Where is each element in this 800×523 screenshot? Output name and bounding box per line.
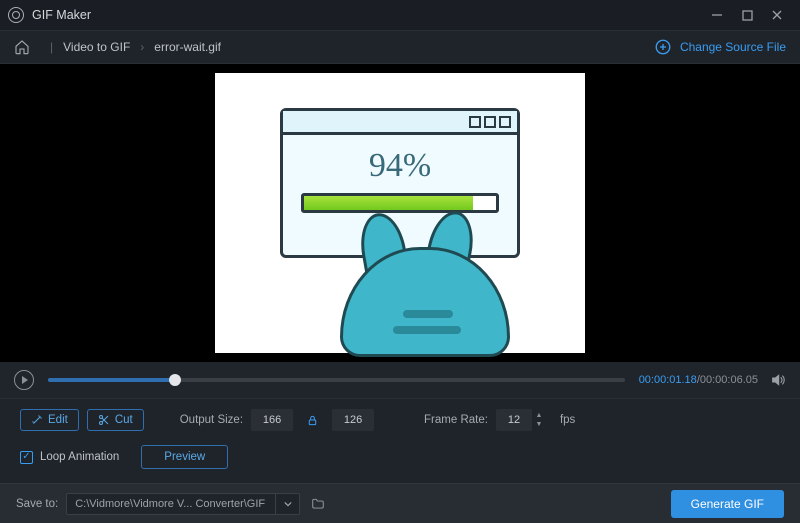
- output-size-label: Output Size:: [180, 414, 243, 426]
- save-path-input[interactable]: [66, 493, 276, 515]
- frame-rate-input[interactable]: [496, 409, 532, 431]
- change-source-label: Change Source File: [680, 40, 786, 54]
- fps-unit-label: fps: [560, 414, 575, 426]
- close-icon: [771, 9, 783, 21]
- maximize-button[interactable]: [732, 0, 762, 30]
- total-time: 00:00:06.05: [700, 374, 758, 386]
- minimize-button[interactable]: [702, 0, 732, 30]
- playback-bar: 00:00:01.18/00:00:06.05: [0, 362, 800, 398]
- loop-animation-label: Loop Animation: [40, 451, 119, 463]
- preview-button[interactable]: Preview: [141, 445, 228, 469]
- open-folder-button[interactable]: [310, 497, 326, 511]
- play-button[interactable]: [14, 370, 34, 390]
- breadcrumb-file: error-wait.gif: [154, 40, 221, 54]
- title-bar: GIF Maker: [0, 0, 800, 30]
- bottom-bar: Save to: Generate GIF: [0, 483, 800, 523]
- aspect-lock-button[interactable]: [307, 415, 318, 426]
- change-source-button[interactable]: Change Source File: [654, 38, 786, 56]
- time-display: 00:00:01.18/00:00:06.05: [639, 374, 758, 386]
- magic-wand-icon: [31, 414, 43, 426]
- breadcrumb-section[interactable]: Video to GIF: [63, 40, 130, 54]
- current-time: 00:00:01.18: [639, 374, 697, 386]
- chevron-right-icon: ›: [140, 40, 144, 54]
- frame-rate-up[interactable]: ▲: [534, 411, 544, 420]
- breadcrumb-separator: |: [50, 40, 53, 54]
- home-icon: [14, 39, 30, 55]
- output-width-input[interactable]: [251, 409, 293, 431]
- chevron-down-icon: [284, 500, 292, 508]
- save-path-dropdown[interactable]: [276, 493, 300, 515]
- preview-area: 94%: [0, 64, 800, 362]
- cut-button[interactable]: Cut: [87, 409, 144, 431]
- video-frame: 94%: [215, 73, 585, 353]
- checkbox-checked-icon: ✓: [20, 451, 33, 464]
- frame-rate-down[interactable]: ▼: [534, 420, 544, 429]
- home-button[interactable]: [14, 39, 30, 55]
- controls-panel: Edit Cut Output Size: Frame Rate: ▲ ▼ fp…: [0, 398, 800, 483]
- plus-circle-icon: [654, 38, 672, 56]
- scissors-icon: [98, 414, 110, 426]
- lock-icon: [307, 415, 318, 426]
- maximize-icon: [742, 10, 753, 21]
- save-to-label: Save to:: [16, 498, 58, 510]
- close-button[interactable]: [762, 0, 792, 30]
- volume-button[interactable]: [770, 372, 786, 388]
- volume-icon: [770, 372, 786, 388]
- output-height-input[interactable]: [332, 409, 374, 431]
- folder-icon: [310, 497, 326, 511]
- frame-rate-label: Frame Rate:: [424, 414, 488, 426]
- edit-button[interactable]: Edit: [20, 409, 79, 431]
- minimize-icon: [711, 9, 723, 21]
- breadcrumb-bar: | Video to GIF › error-wait.gif Change S…: [0, 30, 800, 64]
- generate-gif-button[interactable]: Generate GIF: [671, 490, 784, 518]
- loop-animation-checkbox[interactable]: ✓ Loop Animation: [20, 451, 119, 464]
- progress-text: 94%: [283, 147, 517, 185]
- seek-slider[interactable]: [48, 378, 625, 382]
- app-logo-icon: [8, 7, 24, 23]
- app-title: GIF Maker: [32, 8, 91, 22]
